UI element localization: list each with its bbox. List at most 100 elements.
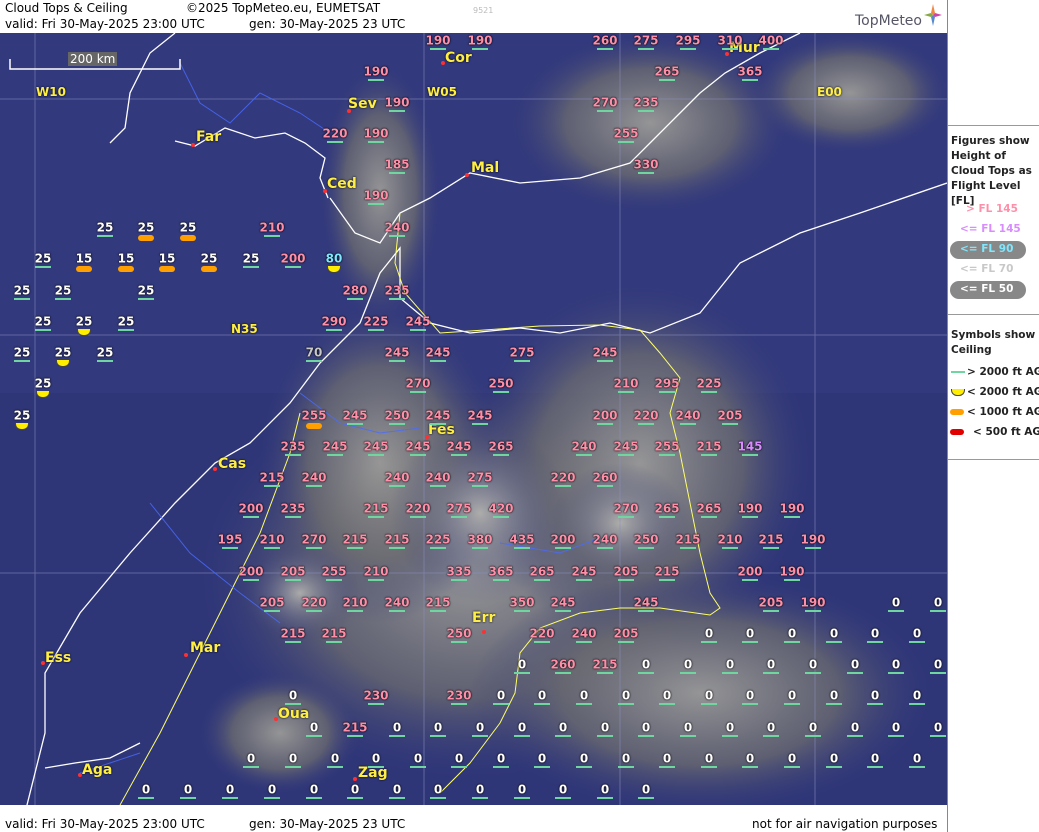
footer-disclaimer: not for air navigation purposes — [752, 817, 938, 831]
cloud-top-value: 25 — [96, 345, 114, 360]
cloud-top-value: 330 — [633, 157, 659, 172]
city-marker-far — [191, 143, 195, 147]
ceiling-gt2000-marker — [347, 423, 363, 425]
ceiling-gt2000-marker — [306, 485, 322, 487]
ceiling-gt2000-marker — [701, 703, 717, 705]
cloud-top-value: 0 — [745, 688, 755, 703]
ceiling-gt2000-marker — [805, 735, 821, 737]
cloud-top-value: 210 — [259, 532, 285, 547]
ceiling-gt2000-marker — [368, 579, 384, 581]
ceiling-gt2000-marker — [722, 48, 738, 50]
cloud-top-value: 0 — [309, 782, 319, 797]
ceiling-gt2000-marker — [555, 547, 571, 549]
ceiling-gt2000-marker — [597, 48, 613, 50]
ceiling-gt2000-marker — [430, 547, 446, 549]
cloud-top-value: 215 — [696, 439, 722, 454]
ceiling-gt2000-marker — [306, 797, 322, 799]
cloud-top-value: 265 — [696, 501, 722, 516]
cloud-top-value: 240 — [425, 470, 451, 485]
ceiling-gt2000-marker — [493, 766, 509, 768]
ceiling-gt2000-marker — [888, 610, 904, 612]
header-bar: Cloud Tops & Ceiling ©2025 TopMeteo.eu, … — [0, 0, 947, 33]
cloud-top-value: 250 — [446, 626, 472, 641]
ceiling-gt2000-marker — [97, 235, 113, 237]
ceiling-gt2000-marker — [638, 547, 654, 549]
ceiling-gt2000-marker — [285, 766, 301, 768]
cloud-top-value: 220 — [633, 408, 659, 423]
ceiling-gt2000-marker — [368, 766, 384, 768]
ceiling-gt2000-marker — [368, 79, 384, 81]
ceiling-gt2000-marker — [347, 547, 363, 549]
ceiling-gt2000-marker — [389, 235, 405, 237]
cloud-top-value: 25 — [242, 251, 260, 266]
city-label-err: Err — [472, 610, 496, 626]
cloud-top-value: 245 — [571, 564, 597, 579]
cloud-top-value: 0 — [641, 657, 651, 672]
cloud-top-value: 15 — [158, 251, 176, 266]
cloud-top-value: 0 — [829, 751, 839, 766]
ceiling-gt2000-marker — [597, 735, 613, 737]
cloud-top-value: 310 — [717, 33, 743, 48]
cloud-top-value: 0 — [517, 782, 527, 797]
cloud-top-value: 215 — [342, 532, 368, 547]
cloud-top-value: 205 — [613, 626, 639, 641]
ceiling-gt2000-marker — [389, 610, 405, 612]
cloud-top-value: 235 — [280, 439, 306, 454]
ceiling-gt2000-marker — [618, 516, 634, 518]
figures-legend-title: Figures show Height of Cloud Tops as Fli… — [951, 135, 1032, 207]
cloud-top-value: 200 — [592, 408, 618, 423]
cloud-top-value: 270 — [592, 95, 618, 110]
ceiling-gt2000-marker — [555, 735, 571, 737]
ceiling-gt2000-marker — [722, 423, 738, 425]
legend-fl-le145: <= FL 145 — [960, 223, 1021, 235]
ceiling-gt2000-marker — [222, 547, 238, 549]
ceiling-gt2000-marker — [555, 672, 571, 674]
legend-fl-le90: <= FL 90 — [960, 243, 1014, 255]
ceiling-gt2000-marker — [742, 79, 758, 81]
cloud-top-value: 190 — [425, 33, 451, 48]
ceiling-gt2000-marker — [680, 48, 696, 50]
ceiling-gt2000-marker — [763, 48, 779, 50]
ceiling-gt2000-marker — [659, 703, 675, 705]
cloud-top-value: 0 — [704, 688, 714, 703]
city-label-oua: Oua — [278, 706, 310, 722]
ceiling-gt2000-marker — [347, 610, 363, 612]
ceiling-gt2000-marker — [243, 766, 259, 768]
grid-label-w10: W10 — [36, 85, 66, 99]
ceiling-gt2000-marker — [306, 735, 322, 737]
cloud-top-value: 0 — [933, 720, 943, 735]
ceiling-gt2000-marker — [389, 298, 405, 300]
ceiling-gt2000-marker — [389, 735, 405, 737]
cloud-top-value: 365 — [737, 64, 763, 79]
ceiling-gt2000-marker — [701, 454, 717, 456]
cloud-top-value: 225 — [363, 314, 389, 329]
city-label-ced: Ced — [327, 176, 357, 192]
ceiling-gt2000-marker — [430, 797, 446, 799]
ceiling-gt2000-marker — [327, 766, 343, 768]
ceiling-gt2000-marker — [576, 766, 592, 768]
cloud-top-value: 25 — [34, 314, 52, 329]
ceiling-gt2000-marker — [410, 454, 426, 456]
ceiling-gt2000-marker — [514, 610, 530, 612]
ceiling-gt2000-marker — [472, 423, 488, 425]
ceiling-gt2000-marker — [451, 454, 467, 456]
ceiling-gt2000-marker — [138, 797, 154, 799]
legend-divider-mid — [948, 314, 1039, 315]
cloud-top-value: 0 — [496, 688, 506, 703]
cloud-top-value: 260 — [592, 470, 618, 485]
ceiling-gt2000-marker — [285, 454, 301, 456]
ceiling-gt2000-marker — [285, 579, 301, 581]
satellite-map[interactable]: 200 km W10 W05 E00 N35 Cor Mur Sev Far Ced Mal Fe… — [0, 33, 947, 805]
cloud-top-value: 220 — [301, 595, 327, 610]
cloud-top-value: 295 — [675, 33, 701, 48]
cloud-top-value: 0 — [433, 782, 443, 797]
ceiling-gt2000-marker — [805, 672, 821, 674]
ceiling-gt2000-marker — [410, 391, 426, 393]
cloud-top-value: 70 — [305, 345, 323, 360]
cloud-top-value: 275 — [509, 345, 535, 360]
ceiling-gt2000-marker — [763, 735, 779, 737]
cloud-top-value: 0 — [288, 751, 298, 766]
cloud-top-value: 380 — [467, 532, 493, 547]
cloud-top-value: 255 — [321, 564, 347, 579]
cloud-top-value: 0 — [850, 657, 860, 672]
